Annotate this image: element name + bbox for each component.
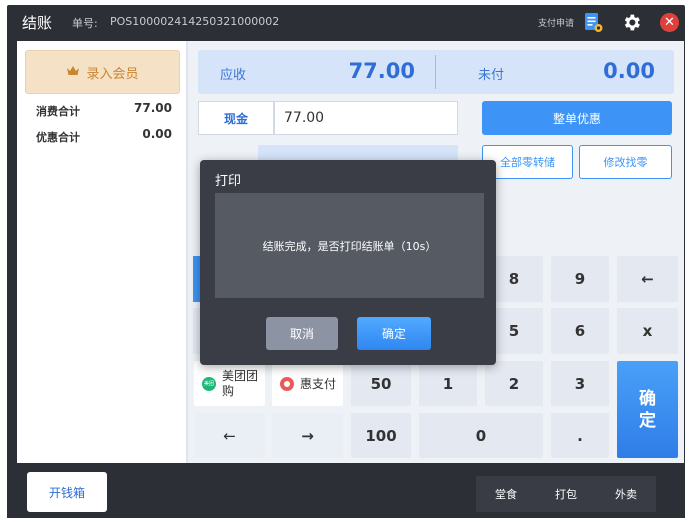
key-6[interactable]: 6 bbox=[551, 308, 609, 354]
takeout-button[interactable]: 外卖 bbox=[596, 476, 656, 512]
order-number-label: 单号: bbox=[72, 17, 98, 30]
key-backspace[interactable]: ← bbox=[617, 256, 678, 302]
window-title: 结账 bbox=[22, 14, 53, 32]
dialog-cancel-button[interactable]: 取消 bbox=[266, 317, 338, 350]
enter-member-label: 录入会员 bbox=[86, 66, 139, 82]
due-label: 应收 bbox=[220, 68, 247, 83]
key-clear[interactable]: x bbox=[617, 308, 678, 354]
open-cash-drawer-button[interactable]: 开钱箱 bbox=[27, 472, 107, 512]
key-100[interactable]: 100 bbox=[351, 413, 411, 458]
meituan-groupbuy-label: 美团团购 bbox=[222, 368, 259, 398]
huizhifu-icon bbox=[280, 376, 294, 391]
unpaid-value: 0.00 bbox=[603, 59, 655, 83]
whole-order-discount-button[interactable]: 整单优惠 bbox=[482, 101, 672, 135]
confirm-key-label: 确定 bbox=[639, 388, 656, 431]
due-value: 77.00 bbox=[348, 59, 415, 83]
key-50[interactable]: 50 bbox=[351, 361, 411, 406]
key-2[interactable]: 2 bbox=[485, 361, 543, 406]
discount-total-label: 优惠合计 bbox=[36, 131, 80, 144]
key-3[interactable]: 3 bbox=[551, 361, 609, 406]
package-button[interactable]: 打包 bbox=[536, 476, 596, 512]
key-0[interactable]: 0 bbox=[419, 413, 543, 458]
key-right-arrow[interactable]: → bbox=[272, 413, 343, 458]
order-number: POS100002414250321000002 bbox=[110, 15, 280, 28]
print-dialog-title: 打印 bbox=[215, 174, 242, 189]
key-9[interactable]: 9 bbox=[551, 256, 609, 302]
enter-member-button[interactable]: 录入会员 bbox=[25, 50, 180, 94]
key-1[interactable]: 1 bbox=[419, 361, 477, 406]
close-icon[interactable]: ✕ bbox=[660, 13, 679, 32]
confirm-key[interactable]: 确定 bbox=[617, 361, 678, 458]
dialog-ok-button[interactable]: 确定 bbox=[357, 317, 431, 350]
crown-icon bbox=[66, 65, 80, 80]
consume-total-value: 77.00 bbox=[134, 101, 172, 115]
discount-total-value: 0.00 bbox=[142, 127, 172, 141]
unpaid-label: 未付 bbox=[478, 68, 505, 83]
key-left-arrow[interactable]: ← bbox=[194, 413, 265, 458]
cash-amount-input[interactable]: 77.00 bbox=[274, 101, 458, 135]
huizhifu-label: 惠支付 bbox=[300, 377, 337, 391]
meituan-icon: 美团 bbox=[202, 376, 216, 391]
huizhifu-button[interactable]: 惠支付 bbox=[272, 361, 343, 406]
gear-icon[interactable] bbox=[621, 12, 642, 33]
pay-apply-link[interactable]: 支付申请 bbox=[538, 16, 574, 29]
dine-in-button[interactable]: 堂食 bbox=[476, 476, 536, 512]
consume-total-label: 消费合计 bbox=[36, 105, 80, 118]
document-search-icon[interactable] bbox=[584, 12, 604, 34]
divider bbox=[435, 55, 436, 89]
meituan-groupbuy-button[interactable]: 美团 美团团购 bbox=[194, 361, 265, 406]
cash-method-tab[interactable]: 现金 bbox=[198, 101, 274, 135]
print-dialog-message: 结账完成，是否打印结账单（10s） bbox=[215, 193, 484, 298]
key-dot[interactable]: . bbox=[551, 413, 609, 458]
modify-change-button[interactable]: 修改找零 bbox=[579, 145, 672, 179]
